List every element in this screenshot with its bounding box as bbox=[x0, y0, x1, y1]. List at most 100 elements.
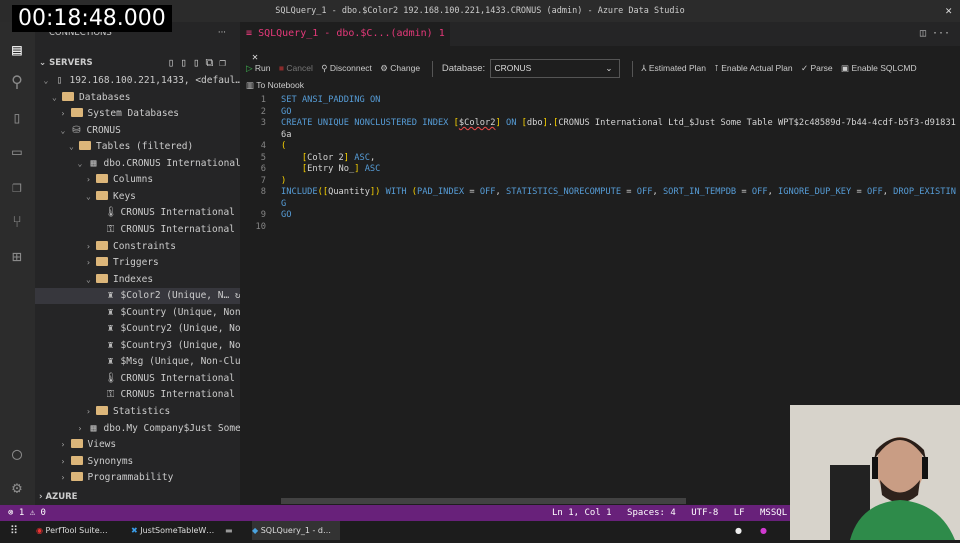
tree-item[interactable]: ⌄ ▦ dbo.CRONUS International… bbox=[35, 156, 241, 172]
actual-plan-button[interactable]: ⊺ Enable Actual Plan bbox=[714, 63, 792, 73]
chevron-down-icon[interactable]: ⌄ bbox=[78, 156, 88, 172]
chevron-down-icon[interactable]: ⌄ bbox=[69, 139, 79, 155]
code-line: ) bbox=[281, 175, 287, 186]
more-actions-icon[interactable]: ··· bbox=[932, 28, 950, 39]
tree-item[interactable]: ⚿ CRONUS International L… bbox=[35, 222, 240, 238]
tree-item[interactable]: › ▦ dbo.My Company$Just Some… bbox=[35, 421, 241, 437]
language-mode[interactable]: MSSQL bbox=[760, 508, 787, 518]
tree-item[interactable]: › Programmability bbox=[35, 470, 240, 486]
more-icon[interactable]: ··· bbox=[218, 22, 226, 44]
chevron-right-icon[interactable]: › bbox=[61, 454, 71, 470]
chevron-down-icon[interactable]: ⌄ bbox=[86, 272, 96, 288]
close-window-button[interactable]: ✕ bbox=[945, 0, 952, 22]
app-launcher-icon[interactable]: ⠿ bbox=[10, 521, 18, 540]
taskbar-item-ads[interactable]: ◆ SQLQuery_1 - d… bbox=[252, 521, 340, 540]
tray-icon[interactable]: ● bbox=[760, 521, 767, 540]
servers-section-header[interactable]: ⌄ SERVERS bbox=[39, 58, 93, 68]
chevron-down-icon[interactable]: ⌄ bbox=[61, 123, 71, 139]
taskbar-item-files[interactable]: ▬ bbox=[225, 521, 233, 540]
chevron-right-icon[interactable]: › bbox=[61, 470, 71, 486]
check-icon: ✓ bbox=[800, 63, 809, 73]
tree-item[interactable]: 🌡︎ CRONUS International L… bbox=[35, 371, 241, 387]
code-line: GO bbox=[281, 106, 292, 117]
problems-indicator[interactable]: ⊗ 1 ⚠ 0 bbox=[8, 505, 46, 521]
tree-item[interactable]: ♜ $Country (Unique, Non-… bbox=[35, 305, 240, 321]
run-button[interactable]: ▷ Run bbox=[246, 63, 271, 73]
indentation[interactable]: Spaces: 4 bbox=[627, 508, 676, 518]
chevron-right-icon[interactable]: › bbox=[61, 106, 71, 122]
folder-icon bbox=[79, 141, 91, 151]
search-icon[interactable]: ⚲ bbox=[7, 72, 27, 92]
collapse-all-icon[interactable]: ❐ bbox=[219, 56, 232, 69]
tree-item[interactable]: ⌄ Tables (filtered) bbox=[35, 139, 240, 155]
tree-item[interactable]: ⌄ Keys bbox=[35, 189, 240, 205]
change-button[interactable]: ⚙ Change bbox=[380, 63, 420, 73]
estimated-plan-button[interactable]: ⅄ Estimated Plan bbox=[641, 63, 706, 73]
tree-item[interactable]: ♜ $Country3 (Unique, Non… bbox=[35, 338, 240, 354]
code-line: CREATE UNIQUE NONCLUSTERED INDEX [$Color… bbox=[281, 118, 956, 140]
line-number: 3 bbox=[260, 118, 266, 128]
source-control-icon[interactable]: ⑂ bbox=[7, 212, 27, 232]
chevron-right-icon[interactable]: › bbox=[61, 437, 71, 453]
tree-item[interactable]: › Columns bbox=[35, 172, 240, 188]
line-number: 2 bbox=[260, 106, 266, 117]
warning-count: 0 bbox=[40, 508, 46, 518]
split-editor-icon[interactable]: ◫ bbox=[920, 28, 926, 39]
tree-item[interactable]: › Views bbox=[35, 437, 240, 453]
explorer-icon[interactable]: ❐ bbox=[7, 177, 27, 197]
tree-item[interactable]: ⌄ ▯ 192.168.100.221,1433, <defaul… bbox=[35, 73, 241, 89]
tree-item[interactable]: › System Databases bbox=[35, 106, 240, 122]
chevron-down-icon[interactable]: ⌄ bbox=[86, 189, 96, 205]
sqlcmd-button[interactable]: ▣ Enable SQLCMD bbox=[841, 63, 917, 73]
dashboard-icon[interactable]: ▭ bbox=[7, 142, 27, 162]
active-connections-icon[interactable]: ▯ bbox=[193, 56, 206, 69]
tree-item[interactable]: ⌄ Databases bbox=[35, 90, 240, 106]
cancel-button[interactable]: ■ Cancel bbox=[279, 63, 313, 73]
azure-section-header[interactable]: › AZURE bbox=[39, 492, 77, 502]
stop-icon: ■ bbox=[278, 63, 285, 73]
tree-item[interactable]: › Triggers bbox=[35, 255, 240, 271]
tree-item[interactable]: ♜ $Color2 (Unique, N… ↻ bbox=[35, 288, 240, 305]
notebook-icon[interactable]: ▯ bbox=[7, 108, 27, 128]
code-editor[interactable]: 1 SET ANSI_PADDING ON 2 GO 3 CREATE UNIQUE NO… bbox=[240, 95, 960, 233]
new-server-group-icon[interactable]: ▯ bbox=[180, 56, 193, 69]
chevron-down-icon[interactable]: ⌄ bbox=[52, 90, 62, 106]
tree-item[interactable]: ⌄ ⛁ CRONUS bbox=[35, 123, 240, 139]
tree-item-label: Keys bbox=[113, 190, 136, 202]
tree-item[interactable]: ⌄ Indexes bbox=[35, 272, 240, 288]
disconnect-button[interactable]: ⚲ Disconnect bbox=[321, 63, 372, 73]
settings-gear-icon[interactable]: ⚙ bbox=[7, 478, 27, 498]
chevron-right-icon[interactable]: › bbox=[86, 255, 96, 271]
taskbar-item-vscode[interactable]: ✖ JustSomeTableW… bbox=[131, 521, 219, 540]
tree-item[interactable]: ♜ $Msg (Unique, Non-Clus… bbox=[35, 354, 240, 370]
tree-item[interactable]: › Synonyms bbox=[35, 454, 240, 470]
tree-item-label: 192.168.100.221,1433, <defaul… bbox=[69, 75, 241, 86]
parse-button[interactable]: ✓ Parse bbox=[801, 63, 833, 73]
tree-item[interactable]: › Statistics bbox=[35, 404, 240, 420]
tree-item[interactable]: ♜ $Country2 (Unique, Non… bbox=[35, 321, 240, 337]
tab-sqlquery-1[interactable]: ≡ SQLQuery_1 - dbo.$C...(admin) 1 ✕ bbox=[240, 22, 450, 63]
connections-icon[interactable]: ▤ bbox=[7, 40, 27, 60]
database-select[interactable]: CRONUS ⌄ bbox=[489, 59, 620, 79]
tree-item[interactable]: 🌡︎ CRONUS International L… bbox=[35, 205, 241, 221]
run-label: Run bbox=[254, 63, 271, 73]
chevron-right-icon[interactable]: › bbox=[86, 172, 96, 188]
new-connection-icon[interactable]: ▯ bbox=[168, 56, 181, 69]
tree-item[interactable]: › Constraints bbox=[35, 239, 240, 255]
taskbar-item-perftool[interactable]: ◉ PerfTool Suite… bbox=[36, 521, 124, 540]
server-tree-icon[interactable]: ⧉ bbox=[206, 56, 220, 69]
cursor-position[interactable]: Ln 1, Col 1 bbox=[552, 508, 612, 518]
line-ending[interactable]: LF bbox=[734, 508, 745, 518]
account-icon[interactable]: ◯ bbox=[7, 444, 27, 464]
horizontal-scrollbar[interactable] bbox=[281, 498, 686, 504]
refresh-icon[interactable]: ↻ bbox=[229, 290, 240, 301]
chevron-right-icon[interactable]: › bbox=[78, 421, 88, 437]
tray-icon[interactable]: ● bbox=[735, 521, 742, 540]
extensions-icon[interactable]: ⊞ bbox=[7, 247, 27, 267]
chevron-down-icon[interactable]: ⌄ bbox=[44, 73, 54, 89]
encoding[interactable]: UTF-8 bbox=[691, 508, 718, 518]
to-notebook-button[interactable]: ▥ To Notebook bbox=[246, 80, 304, 91]
chevron-right-icon[interactable]: › bbox=[86, 404, 96, 420]
tree-item[interactable]: ⚿ CRONUS International L… bbox=[35, 387, 240, 403]
chevron-right-icon[interactable]: › bbox=[86, 239, 96, 255]
